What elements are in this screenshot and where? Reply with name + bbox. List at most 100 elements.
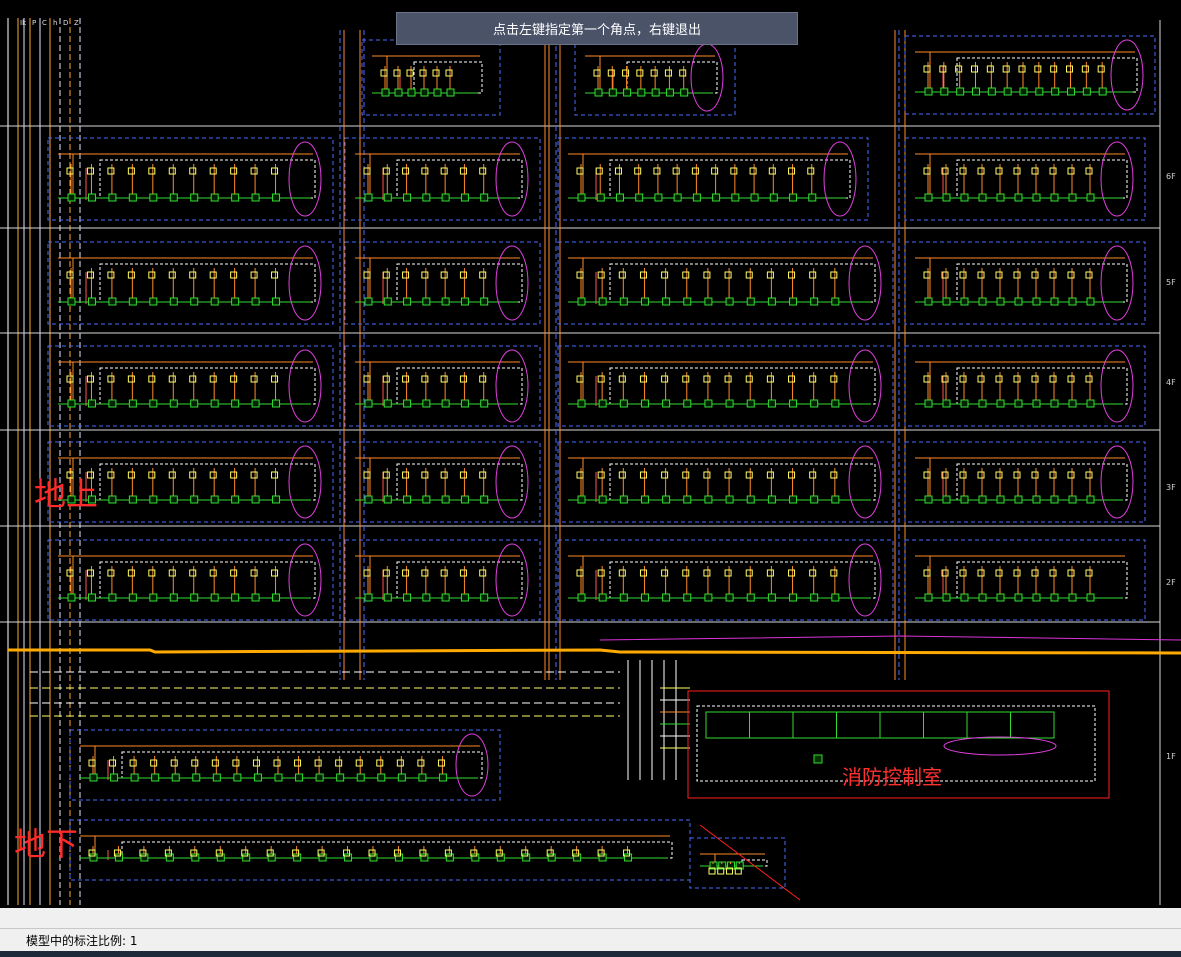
module-symbol: [995, 167, 1003, 175]
device-symbol: [1050, 593, 1059, 602]
device-symbol: [924, 593, 933, 602]
device-symbol: [1014, 193, 1023, 202]
device-symbol: [924, 297, 933, 306]
module-symbol: [459, 375, 467, 383]
device-symbol: [210, 193, 219, 202]
device-symbol: [381, 88, 390, 97]
device-symbol: [383, 399, 392, 408]
device-symbol: [251, 495, 260, 504]
device-symbol: [769, 193, 778, 202]
device-symbol: [460, 593, 469, 602]
device-symbol: [704, 495, 713, 504]
device-symbol: [640, 297, 649, 306]
module-symbol: [107, 271, 115, 279]
zone-dashed-frame: [557, 345, 894, 427]
device-symbol: [422, 593, 431, 602]
device-symbol: [996, 593, 1005, 602]
module-symbol: [923, 375, 931, 383]
revision-cloud: [495, 349, 529, 423]
device-symbol: [480, 593, 489, 602]
module-symbol: [650, 69, 658, 77]
status-bar-row: 模型中的标注比例: 1: [0, 928, 1181, 951]
module-symbol: [1031, 271, 1039, 279]
module-symbol: [230, 271, 238, 279]
above-ground-label: 地上: [34, 475, 99, 513]
module-symbol: [724, 271, 732, 279]
module-symbol: [127, 375, 135, 383]
device-symbol: [547, 853, 556, 862]
module-symbol: [86, 569, 94, 577]
module-symbol: [788, 471, 796, 479]
revision-cloud: [848, 245, 882, 321]
module-symbol: [168, 375, 176, 383]
device-symbol: [810, 399, 819, 408]
module-symbol: [363, 167, 371, 175]
module-symbol: [271, 271, 279, 279]
device-symbol: [420, 853, 429, 862]
module-symbol: [809, 569, 817, 577]
module-symbol: [576, 375, 584, 383]
module-symbol: [639, 271, 647, 279]
zone-dashed-frame: [361, 39, 501, 116]
module-symbol: [363, 271, 371, 279]
module-symbol: [209, 167, 217, 175]
device-symbol: [725, 297, 734, 306]
device-symbol: [108, 399, 117, 408]
device-symbol: [108, 193, 117, 202]
command-prompt: 点击左键指定第一个角点，右键退出: [396, 12, 798, 45]
device-symbol: [996, 193, 1005, 202]
module-symbol: [1031, 167, 1039, 175]
module-symbol: [189, 167, 197, 175]
module-symbol: [1081, 65, 1089, 73]
device-symbol: [1068, 593, 1077, 602]
module-symbol: [382, 167, 390, 175]
cad-drawing-canvas[interactable]: 点击左键指定第一个角点，右键退出 地上 地下 消防控制室 6F 5F 4F 3F…: [0, 0, 1181, 908]
device-symbol: [1032, 297, 1041, 306]
module-dashed-box: [396, 367, 523, 405]
module-symbol: [959, 271, 967, 279]
device-symbol: [940, 87, 949, 96]
device-symbol: [640, 495, 649, 504]
module-symbol: [766, 569, 774, 577]
module-symbol: [230, 167, 238, 175]
device-symbol: [267, 853, 276, 862]
zone-dashed-frame: [344, 241, 541, 325]
module-symbol: [189, 271, 197, 279]
module-symbol: [724, 471, 732, 479]
device-symbol: [767, 495, 776, 504]
module-symbol: [923, 271, 931, 279]
module-symbol: [421, 471, 429, 479]
module-symbol: [923, 65, 931, 73]
device-symbol: [598, 297, 607, 306]
device-symbol: [318, 853, 327, 862]
device-symbol: [67, 399, 76, 408]
module-symbol: [168, 471, 176, 479]
zone-dashed-frame: [557, 137, 869, 221]
device-symbol: [767, 297, 776, 306]
device-symbol: [67, 297, 76, 306]
zone-dashed-frame: [904, 345, 1146, 427]
device-symbol: [662, 297, 671, 306]
device-symbol: [441, 297, 450, 306]
device-symbol: [731, 193, 740, 202]
device-symbol: [210, 495, 219, 504]
control-panel-device: [813, 754, 823, 764]
device-symbol: [149, 495, 158, 504]
ground-level-line: [8, 648, 1181, 655]
module-symbol: [745, 375, 753, 383]
module-symbol: [148, 271, 156, 279]
module-symbol: [768, 167, 776, 175]
module-symbol: [250, 471, 258, 479]
device-symbol: [480, 193, 489, 202]
module-symbol: [1013, 167, 1021, 175]
device-symbol: [725, 593, 734, 602]
module-symbol: [129, 759, 137, 767]
device-symbol: [673, 193, 682, 202]
device-symbol: [480, 399, 489, 408]
module-symbol: [614, 167, 622, 175]
device-symbol: [615, 193, 624, 202]
revision-cloud: [1110, 39, 1144, 111]
floor-label-1f: 1F: [1166, 752, 1176, 761]
device-symbol: [1014, 399, 1023, 408]
module-symbol: [380, 69, 388, 77]
